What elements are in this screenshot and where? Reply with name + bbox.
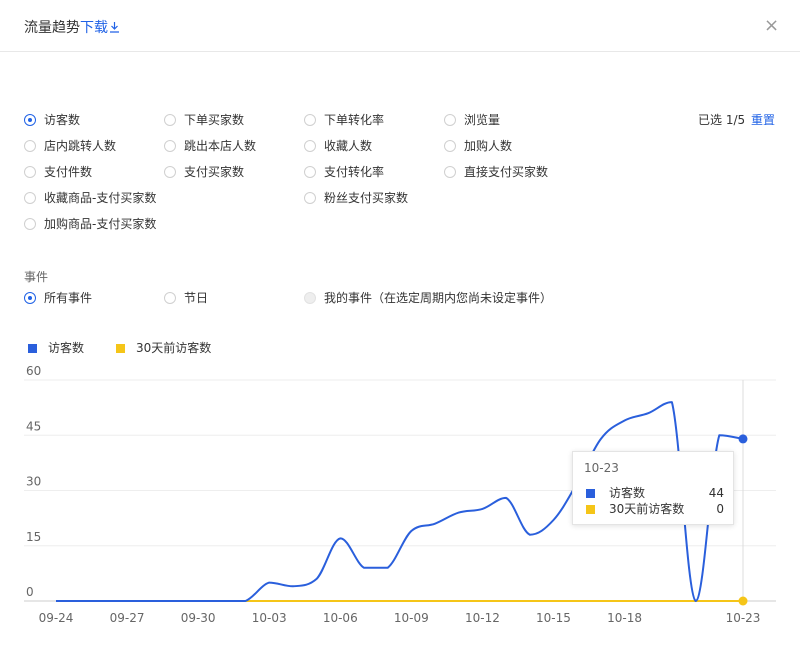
tooltip-series-value: 0 bbox=[716, 502, 724, 516]
metric-label: 浏览量 bbox=[464, 113, 501, 127]
dialog-title: 流量趋势下载 bbox=[24, 17, 120, 37]
metric-label: 支付转化率 bbox=[324, 165, 385, 179]
radio-icon bbox=[444, 140, 456, 152]
radio-icon bbox=[304, 114, 316, 126]
radio-icon bbox=[24, 166, 36, 178]
metric-label: 店内跳转人数 bbox=[44, 139, 117, 153]
tooltip-series-name: 访客数 bbox=[609, 486, 646, 500]
download-label: 下载 bbox=[80, 20, 108, 36]
y-tick-label: 0 bbox=[26, 585, 34, 599]
dialog-header: 流量趋势下载 × bbox=[0, 0, 800, 52]
radio-icon bbox=[24, 218, 36, 230]
y-tick-label: 30 bbox=[26, 475, 41, 489]
tooltip-swatch bbox=[586, 505, 595, 514]
y-tick-label: 45 bbox=[26, 419, 41, 433]
close-icon[interactable]: × bbox=[764, 15, 779, 37]
radio-icon bbox=[304, 192, 316, 204]
tooltip-swatch bbox=[586, 489, 595, 498]
metric-label: 直接支付买家数 bbox=[464, 165, 549, 179]
x-tick-label: 09-27 bbox=[110, 611, 145, 625]
metric-label: 支付件数 bbox=[44, 165, 93, 179]
y-tick-label: 60 bbox=[26, 364, 41, 378]
metric-label: 支付买家数 bbox=[184, 165, 245, 179]
radio-icon bbox=[24, 292, 36, 304]
radio-icon bbox=[164, 114, 176, 126]
metric-label: 收藏人数 bbox=[324, 139, 373, 153]
metric-label: 下单转化率 bbox=[324, 113, 385, 127]
x-tick-label: 10-18 bbox=[607, 611, 642, 625]
metric-label: 收藏商品-支付买家数 bbox=[44, 191, 157, 205]
metric-label: 下单买家数 bbox=[184, 113, 245, 127]
radio-icon bbox=[304, 292, 316, 304]
x-tick-label: 09-24 bbox=[39, 611, 74, 625]
metric-label: 访客数 bbox=[44, 113, 81, 127]
radio-icon bbox=[24, 114, 36, 126]
y-tick-label: 15 bbox=[26, 530, 41, 544]
event-label: 所有事件 bbox=[44, 291, 93, 305]
x-tick-label: 10-15 bbox=[536, 611, 571, 625]
x-tick-label: 10-23 bbox=[726, 611, 761, 625]
tooltip-row-visitors: 访客数 44 bbox=[586, 485, 724, 501]
legend-swatch bbox=[116, 344, 125, 353]
marker-visitors bbox=[738, 434, 748, 444]
radio-icon bbox=[24, 192, 36, 204]
tooltip-series-name: 30天前访客数 bbox=[609, 502, 685, 516]
event-label: 我的事件（在选定周期内您尚未设定事件） bbox=[324, 291, 553, 305]
tooltip-series-value: 44 bbox=[708, 486, 724, 500]
radio-icon bbox=[164, 166, 176, 178]
title-text: 流量趋势 bbox=[24, 20, 80, 36]
marker-visitors-30d bbox=[738, 596, 748, 606]
radio-icon bbox=[304, 166, 316, 178]
selected-count: 已选 1/5 bbox=[698, 113, 746, 127]
radio-icon bbox=[24, 140, 36, 152]
x-tick-label: 10-12 bbox=[465, 611, 500, 625]
radio-icon bbox=[164, 140, 176, 152]
metric-label: 粉丝支付买家数 bbox=[324, 191, 409, 205]
reset-button[interactable]: 重置 bbox=[751, 112, 775, 128]
download-icon bbox=[110, 22, 119, 33]
radio-icon bbox=[304, 140, 316, 152]
tooltip-title: 10-23 bbox=[584, 461, 619, 475]
x-tick-label: 10-09 bbox=[394, 611, 429, 625]
x-tick-label: 10-06 bbox=[323, 611, 358, 625]
radio-icon bbox=[444, 166, 456, 178]
download-link[interactable]: 下载 bbox=[80, 20, 120, 36]
events-section-label: 事件 bbox=[24, 270, 49, 284]
legend-label: 访客数 bbox=[48, 341, 85, 355]
x-tick-label: 09-30 bbox=[181, 611, 216, 625]
tooltip-row-visitors-30d: 30天前访客数 0 bbox=[586, 501, 724, 517]
legend-label: 30天前访客数 bbox=[136, 341, 212, 355]
legend-swatch bbox=[28, 344, 37, 353]
x-tick-label: 10-03 bbox=[252, 611, 287, 625]
metric-label: 加购人数 bbox=[464, 139, 513, 153]
chart-tooltip: 10-23 访客数 44 30天前访客数 0 bbox=[572, 451, 734, 525]
metric-label: 加购商品-支付买家数 bbox=[44, 217, 157, 231]
metric-label: 跳出本店人数 bbox=[184, 139, 257, 153]
radio-icon bbox=[164, 292, 176, 304]
event-label: 节日 bbox=[184, 291, 209, 305]
radio-icon bbox=[444, 114, 456, 126]
